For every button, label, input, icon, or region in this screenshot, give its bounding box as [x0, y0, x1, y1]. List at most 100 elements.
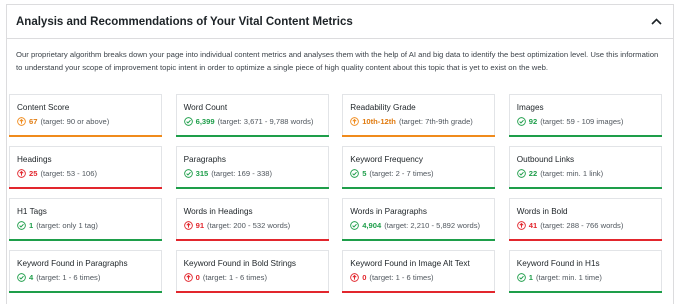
metric-target: (target: 200 - 532 words)	[207, 221, 291, 230]
metric-line: 4,904 (target: 2,210 - 5,892 words)	[350, 221, 494, 230]
metric-line: 92 (target: 59 - 109 images)	[516, 117, 661, 126]
arrow-up-circle-icon	[183, 221, 193, 230]
metric-card: Paragraphs 315 (target: 169 - 338)	[175, 146, 329, 189]
metric-target: (target: 1 - 6 times)	[369, 273, 434, 282]
metric-card: Keyword Found in H1s 1 (target: min. 1 tim…	[508, 250, 662, 293]
metric-target: (target: 90 or above)	[40, 117, 110, 126]
metric-value: 1	[528, 273, 534, 282]
metric-value: 4	[29, 273, 34, 282]
metric-title: H1 Tags	[17, 207, 47, 216]
metric-value: 22	[528, 169, 538, 178]
metric-title: Paragraphs	[183, 155, 226, 164]
metric-title: Keyword Found in Bold Strings	[183, 259, 297, 268]
metric-value: 91	[195, 221, 205, 230]
metric-value: 1	[29, 221, 34, 230]
metric-value: 41	[528, 221, 538, 230]
metric-title: Readability Grade	[350, 103, 416, 112]
metric-line: 91 (target: 200 - 532 words)	[183, 221, 328, 230]
metric-card: Keyword Found in Image Alt Text 0 (target:…	[342, 250, 496, 293]
metric-card: Word Count 6,399 (target: 3,671 - 9,788 wo…	[175, 94, 329, 137]
metric-line: 1 (target: only 1 tag)	[17, 221, 161, 230]
metric-title: Keyword Frequency	[350, 155, 423, 164]
check-circle-icon	[516, 273, 526, 282]
metric-card: Keyword Found in Paragraphs 4 (target: 1 -…	[9, 250, 162, 293]
check-circle-icon	[350, 169, 360, 178]
metric-card: H1 Tags 1 (target: only 1 tag)	[9, 198, 162, 241]
metric-card: Keyword Found in Bold Strings 0 (target: 1…	[175, 250, 329, 293]
metric-target: (target: 2 - 7 times)	[369, 169, 434, 178]
metrics-grid: Content Score 67 (target: 90 or above) Word…	[9, 94, 662, 293]
metric-card: Words in Headings 91 (target: 200 - 532 wo…	[175, 198, 329, 241]
arrow-up-circle-icon	[516, 221, 526, 230]
metric-card: Words in Bold 41 (target: 288 - 766 words)	[508, 198, 662, 241]
metric-value: 5	[362, 169, 367, 178]
metric-line: 10th-12th (target: 7th-9th grade)	[350, 117, 494, 126]
metric-target: (target: 1 - 6 times)	[202, 273, 267, 282]
metric-target: (target: 288 - 766 words)	[540, 221, 624, 230]
metric-line: 41 (target: 288 - 766 words)	[516, 221, 661, 230]
metric-value: 92	[528, 117, 538, 126]
metric-card: Outbound Links 22 (target: min. 1 link)	[508, 146, 662, 189]
metric-line: 4 (target: 1 - 6 times)	[17, 273, 161, 282]
panel-intro: Our proprietary algorithm breaks down yo…	[16, 50, 659, 72]
metric-target: (target: min. 1 link)	[540, 169, 604, 178]
metric-card: Keyword Frequency 5 (target: 2 - 7 times)	[342, 146, 496, 189]
metric-value: 0	[362, 273, 367, 282]
metric-line: 0 (target: 1 - 6 times)	[183, 273, 328, 282]
arrow-up-circle-icon	[350, 273, 360, 282]
metric-line: 6,399 (target: 3,671 - 9,788 words)	[183, 117, 328, 126]
arrow-up-circle-icon	[350, 117, 360, 126]
metric-line: 0 (target: 1 - 6 times)	[350, 273, 494, 282]
metric-line: 25 (target: 53 - 106)	[17, 169, 161, 178]
metric-target: (target: only 1 tag)	[36, 221, 98, 230]
metric-card: Words in Paragraphs 4,904 (target: 2,210 -…	[342, 198, 496, 241]
metric-title: Keyword Found in H1s	[516, 259, 600, 268]
chevron-up-icon[interactable]	[649, 15, 663, 29]
metric-title: Words in Bold	[516, 207, 568, 216]
panel-header[interactable]: Analysis and Recommendations of Your Vit…	[7, 5, 673, 39]
metric-card: Headings 25 (target: 53 - 106)	[9, 146, 162, 189]
check-circle-icon	[183, 169, 193, 178]
panel-title: Analysis and Recommendations of Your Vit…	[16, 15, 353, 28]
arrow-up-circle-icon	[17, 117, 26, 126]
metric-title: Outbound Links	[516, 155, 575, 164]
check-circle-icon	[183, 117, 193, 126]
metric-title: Words in Headings	[183, 207, 253, 216]
metric-title: Images	[516, 103, 544, 112]
metric-value: 6,399	[195, 117, 215, 126]
check-circle-icon	[516, 169, 526, 178]
metric-target: (target: 53 - 106)	[40, 169, 98, 178]
metric-value: 4,904	[362, 221, 382, 230]
metric-title: Headings	[17, 155, 52, 164]
metric-line: 22 (target: min. 1 link)	[516, 169, 661, 178]
metric-target: (target: 59 - 109 images)	[540, 117, 624, 126]
metric-card: Readability Grade 10th-12th (target: 7th-9…	[342, 94, 496, 137]
metric-line: 5 (target: 2 - 7 times)	[350, 169, 494, 178]
check-circle-icon	[17, 221, 26, 230]
metric-value: 25	[29, 169, 38, 178]
metric-line: 1 (target: min. 1 time)	[516, 273, 661, 282]
metric-line: 315 (target: 169 - 338)	[183, 169, 328, 178]
metric-title: Content Score	[17, 103, 70, 112]
metric-line: 67 (target: 90 or above)	[17, 117, 161, 126]
metric-card: Content Score 67 (target: 90 or above)	[9, 94, 162, 137]
metric-title: Keyword Found in Image Alt Text	[350, 259, 470, 268]
check-circle-icon	[17, 273, 26, 282]
metric-title: Words in Paragraphs	[350, 207, 427, 216]
metric-value: 315	[195, 169, 209, 178]
check-circle-icon	[350, 221, 360, 230]
check-circle-icon	[516, 117, 526, 126]
arrow-up-circle-icon	[183, 273, 193, 282]
metric-target: (target: 1 - 6 times)	[36, 273, 101, 282]
metric-value: 67	[29, 117, 38, 126]
metric-target: (target: 169 - 338)	[211, 169, 273, 178]
metric-target: (target: min. 1 time)	[536, 273, 602, 282]
metric-card: Images 92 (target: 59 - 109 images)	[508, 94, 662, 137]
metric-target: (target: 3,671 - 9,788 words)	[217, 117, 314, 126]
metric-target: (target: 2,210 - 5,892 words)	[384, 221, 481, 230]
metric-value: 0	[195, 273, 200, 282]
metric-target: (target: 7th-9th grade)	[398, 117, 473, 126]
arrow-up-circle-icon	[17, 169, 26, 178]
metric-value: 10th-12th	[362, 117, 396, 126]
metric-title: Keyword Found in Paragraphs	[17, 259, 128, 268]
